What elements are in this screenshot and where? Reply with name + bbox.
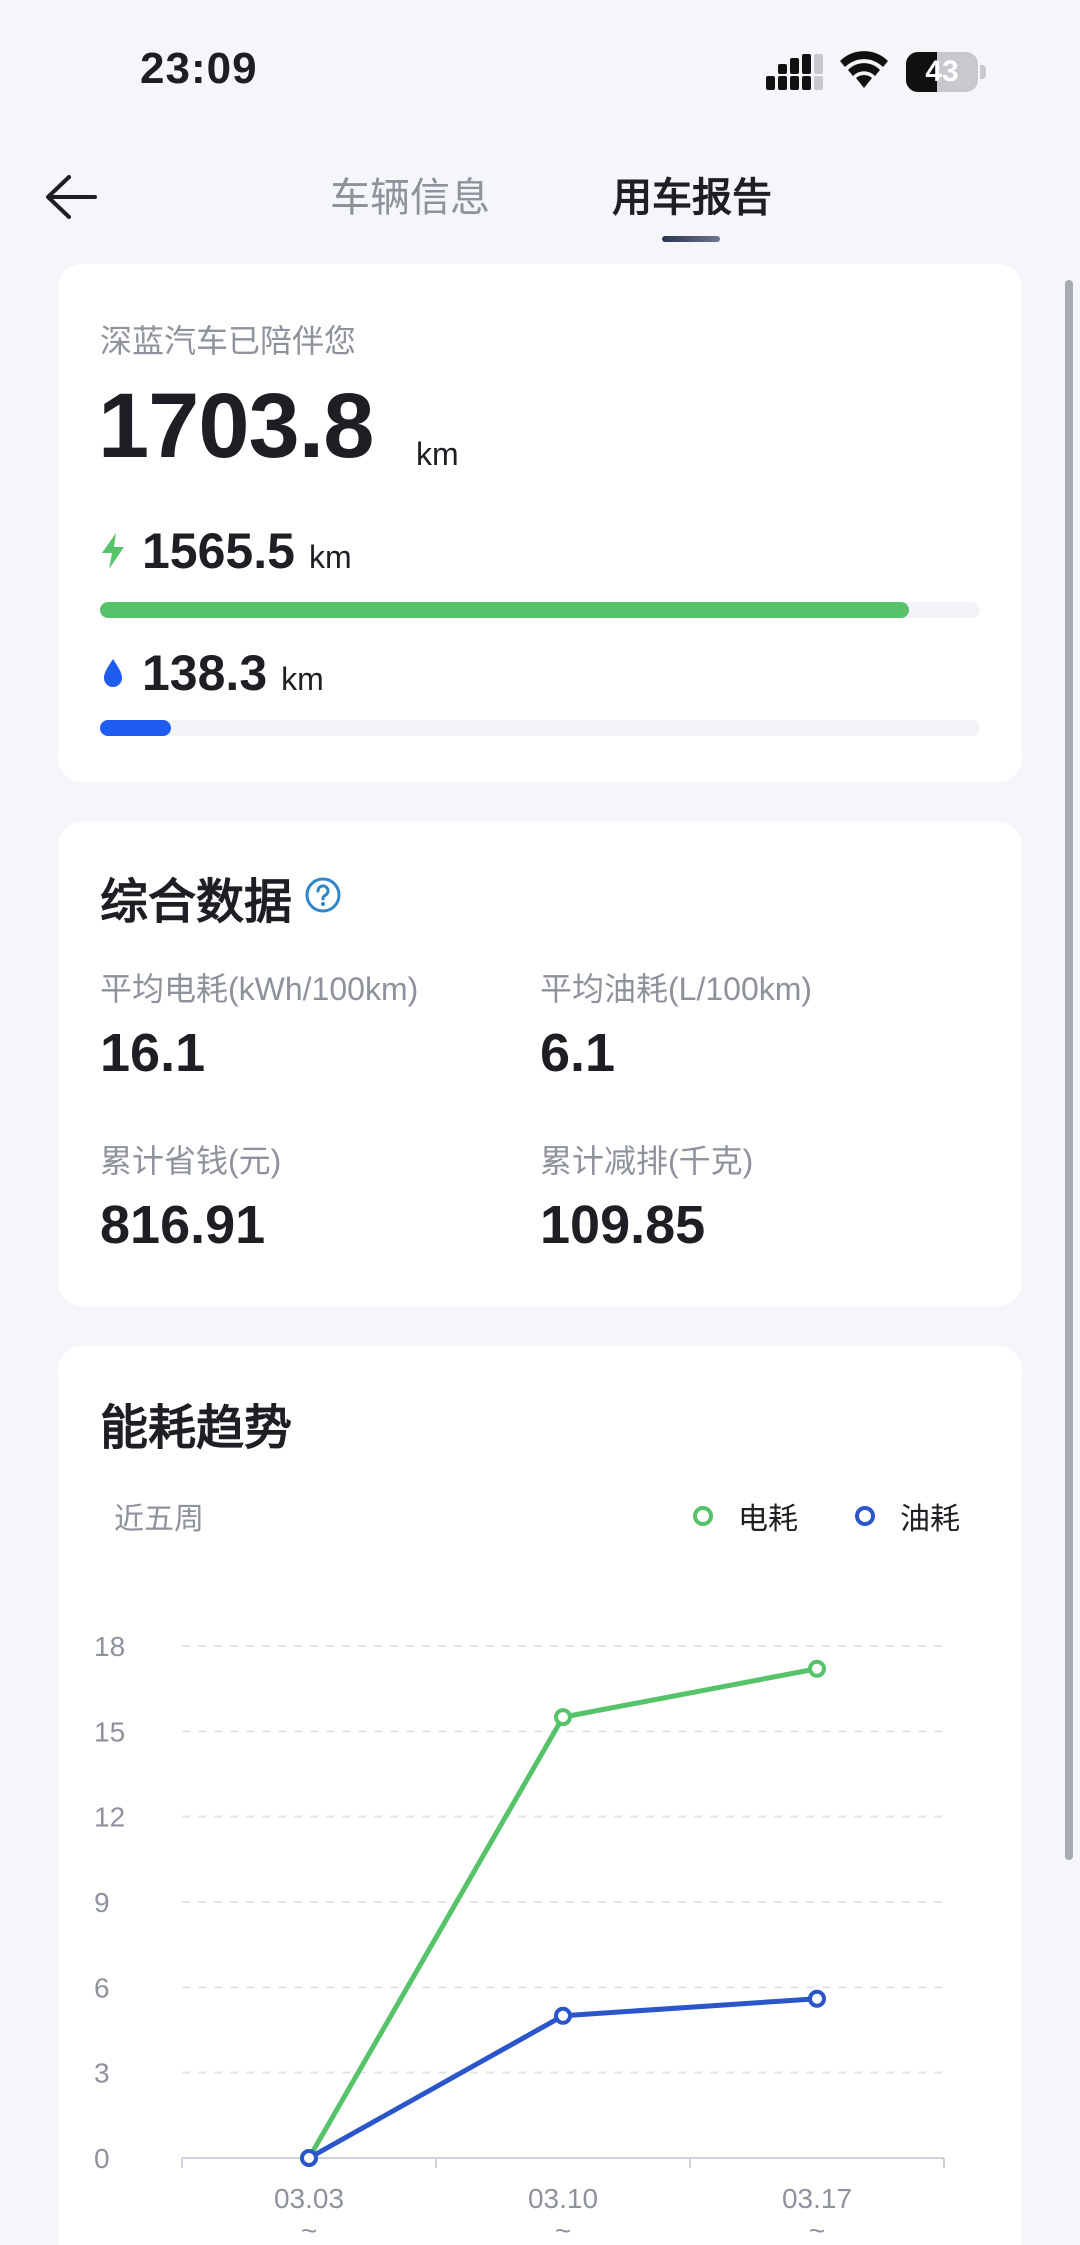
metric-label: 平均油耗(L/100km) bbox=[540, 971, 813, 1007]
legend-electric[interactable]: 电耗 bbox=[692, 1494, 798, 1538]
help-icon[interactable] bbox=[304, 876, 342, 914]
metric-money-saved: 累计省钱(元) 816.91 bbox=[100, 1136, 281, 1256]
electric-mileage-row: 1565.5 km bbox=[98, 522, 352, 580]
y-tick-label: 18 bbox=[94, 1631, 125, 1662]
fuel-mileage-row: 138.3 km bbox=[98, 644, 324, 702]
fuel-mileage-bar-fill bbox=[100, 720, 172, 736]
y-tick-label: 15 bbox=[94, 1716, 125, 1747]
legend-fuel-label: 油耗 bbox=[900, 1503, 960, 1536]
trend-title: 能耗趋势 bbox=[100, 1402, 293, 1455]
y-tick-label: 3 bbox=[94, 2058, 110, 2089]
energy-trend-chart: 0 3 6 9 12 15 18 03.03~03.09 03.10~03.16 03.17~03… bbox=[94, 1631, 945, 2245]
series-line-electric bbox=[306, 1666, 818, 2160]
cellular-signal-icon bbox=[766, 54, 823, 90]
metric-avg-electricity: 平均电耗(kWh/100km) 16.1 bbox=[100, 964, 418, 1084]
fuel-mileage-value: 138.3 bbox=[142, 645, 268, 701]
summary-card: 综合数据 平均电耗(kWh/100km) 16.1 平均油耗(L/100km) … bbox=[58, 822, 1022, 1306]
back-button[interactable] bbox=[36, 162, 106, 232]
data-point bbox=[554, 2006, 572, 2025]
data-point bbox=[808, 1659, 826, 1678]
electric-mileage-unit: km bbox=[308, 539, 352, 575]
metric-label: 累计减排(千克) bbox=[540, 1143, 754, 1179]
summary-title: 综合数据 bbox=[100, 876, 293, 929]
mileage-card: 深蓝汽车已陪伴您 1703.8 km 1565.5 km 138.3 km bbox=[58, 264, 1022, 782]
legend-electric-marker-icon bbox=[693, 1506, 713, 1526]
y-tick-label: 0 bbox=[94, 2143, 110, 2174]
scrollbar[interactable] bbox=[1065, 280, 1073, 1860]
back-arrow-icon bbox=[46, 175, 97, 219]
fuel-mileage-bar bbox=[100, 720, 980, 736]
data-point bbox=[300, 2149, 318, 2167]
legend-electric-label: 电耗 bbox=[738, 1503, 798, 1536]
mileage-label: 深蓝汽车已陪伴您 bbox=[100, 323, 357, 359]
wifi-icon bbox=[840, 51, 888, 88]
tab-usage-report[interactable]: 用车报告 bbox=[612, 168, 772, 228]
metric-value: 6.1 bbox=[540, 1023, 616, 1083]
x-tick-label: 03.10~03.16 bbox=[528, 2183, 598, 2245]
electric-mileage-bar bbox=[100, 602, 980, 618]
lightning-icon bbox=[102, 533, 124, 569]
status-time: 23:09 bbox=[140, 44, 258, 93]
electric-mileage-value: 1565.5 bbox=[142, 523, 295, 579]
metric-emission-reduced: 累计减排(千克) 109.85 bbox=[540, 1136, 753, 1256]
status-bar: 23:09 43 bbox=[0, 0, 1080, 140]
metric-avg-fuel: 平均油耗(L/100km) 6.1 bbox=[540, 964, 812, 1084]
battery-icon: 43 bbox=[906, 52, 986, 92]
battery-level: 43 bbox=[925, 55, 959, 88]
data-point bbox=[554, 1708, 572, 1727]
tab-vehicle-info[interactable]: 车辆信息 bbox=[330, 168, 490, 228]
fuel-mileage-unit: km bbox=[281, 661, 324, 697]
y-tick-label: 9 bbox=[94, 1887, 110, 1918]
period-label: 近五周 bbox=[114, 1503, 204, 1536]
y-tick-label: 6 bbox=[94, 1972, 110, 2003]
metric-value: 816.91 bbox=[100, 1195, 266, 1255]
metric-label: 平均电耗(kWh/100km) bbox=[100, 971, 419, 1007]
x-tick-label: 03.03~03.09 bbox=[274, 2183, 344, 2245]
y-tick-label: 12 bbox=[94, 1802, 125, 1833]
legend-fuel-marker-icon bbox=[855, 1506, 875, 1526]
metric-value: 109.85 bbox=[540, 1195, 706, 1255]
metric-label: 累计省钱(元) bbox=[100, 1143, 282, 1179]
x-tick-label: 03.17~03.23 bbox=[782, 2183, 852, 2245]
electric-mileage-bar-fill bbox=[100, 602, 909, 618]
trend-card: 能耗趋势 近五周 电耗 油耗 0 3 6 9 12 15 18 03.03~03.09 03.1… bbox=[58, 1346, 1022, 2245]
fuel-drop-icon bbox=[104, 659, 122, 687]
legend-fuel[interactable]: 油耗 bbox=[854, 1494, 960, 1538]
metric-value: 16.1 bbox=[100, 1023, 206, 1083]
top-nav: 车辆信息 用车报告 bbox=[0, 140, 1080, 260]
total-mileage: 1703.8 bbox=[98, 375, 374, 477]
data-point bbox=[808, 1989, 826, 2008]
active-tab-indicator bbox=[662, 236, 720, 242]
total-mileage-unit: km bbox=[416, 436, 459, 472]
